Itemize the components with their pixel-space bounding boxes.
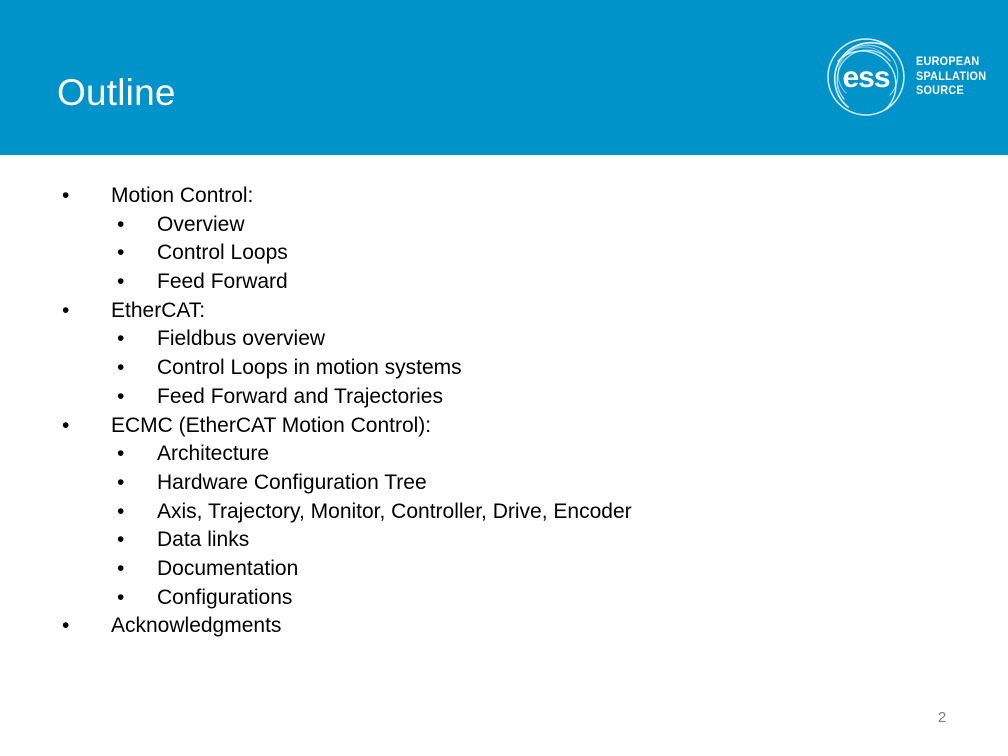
outline-item-label: Fieldbus overview <box>157 327 326 351</box>
outline-item-label: Axis, Trajectory, Monitor, Controller, D… <box>157 499 632 523</box>
ess-logo: ess EUROPEAN SPALLATION SOURCE <box>824 35 1000 119</box>
outline-item-level2: • Feed Forward <box>0 268 1008 297</box>
outline-item-level1: • ECMC (EtherCAT Motion Control): <box>0 412 1008 441</box>
bullet-icon: • <box>117 384 125 408</box>
logo-line-3: SOURCE <box>916 85 964 98</box>
outline-item-level2: • Axis, Trajectory, Monitor, Controller, … <box>0 498 1008 527</box>
bullet-icon: • <box>117 356 125 380</box>
outline-item-level2: • Architecture <box>0 440 1008 469</box>
bullet-icon: • <box>117 270 125 294</box>
outline-item-level1: • EtherCAT: <box>0 297 1008 326</box>
outline-item-label: Overview <box>157 212 245 236</box>
bullet-icon: • <box>117 327 125 351</box>
slide-header-band: Outline ess EUROPEAN SPALLATION SOURCE <box>0 0 1008 155</box>
bullet-icon: • <box>117 528 125 552</box>
ess-logo-mark-icon: ess <box>824 35 908 119</box>
bullet-icon: • <box>62 184 70 207</box>
bullet-icon: • <box>117 499 125 523</box>
outline-item-label: Configurations <box>157 585 293 609</box>
page-title: Outline <box>57 72 176 113</box>
outline-item-level2: • Data links <box>0 526 1008 555</box>
outline-item-level2: • Configurations <box>0 584 1008 613</box>
outline-item-label: Architecture <box>157 442 270 466</box>
outline-item-label: Control Loops in motion systems <box>157 356 462 380</box>
page-number: 2 <box>937 709 947 726</box>
outline-item-label: Acknowledgments <box>111 614 282 638</box>
outline-item-label: Data links <box>157 528 250 552</box>
bullet-icon: • <box>117 212 125 236</box>
bullet-icon: • <box>117 442 125 466</box>
outline-item-label: Feed Forward and Trajectories <box>157 384 443 408</box>
bullet-icon: • <box>62 413 70 437</box>
outline-item-label: Hardware Configuration Tree <box>157 470 427 494</box>
outline-item-level2: • Fieldbus overview <box>0 325 1008 354</box>
svg-text:ess: ess <box>842 61 889 94</box>
bullet-icon: • <box>117 556 125 580</box>
bullet-icon: • <box>117 241 125 265</box>
slide-body: • Motion Control: • Overview • Control Loops •… <box>0 155 1008 756</box>
outline-item-label: Motion Control: <box>111 184 254 207</box>
outline-item-level2: • Control Loops <box>0 239 1008 268</box>
outline-item-level2: • Hardware Configuration Tree <box>0 469 1008 498</box>
logo-line-1: EUROPEAN <box>916 56 980 69</box>
bullet-icon: • <box>117 585 125 609</box>
logo-line-2: SPALLATION <box>916 70 987 83</box>
bullet-icon: • <box>62 614 70 638</box>
outline-item-level2: • Control Loops in motion systems <box>0 354 1008 383</box>
outline-item-level1: • Motion Control: <box>0 182 1008 211</box>
outline-list: • Motion Control: • Overview • Control Loops •… <box>0 182 1008 641</box>
outline-item-level2: • Overview <box>0 211 1008 240</box>
outline-item-level2: • Feed Forward and Trajectories <box>0 383 1008 412</box>
bullet-icon: • <box>62 298 70 322</box>
outline-item-label: EtherCAT: <box>111 298 206 322</box>
outline-item-label: Feed Forward <box>157 270 288 294</box>
outline-item-label: Control Loops <box>157 241 288 265</box>
bullet-icon: • <box>117 470 125 494</box>
outline-item-label: ECMC (EtherCAT Motion Control): <box>111 413 432 437</box>
outline-item-level1: • Acknowledgments <box>0 612 1008 641</box>
outline-item-label: Documentation <box>157 556 299 580</box>
outline-item-level2: • Documentation <box>0 555 1008 584</box>
ess-logo-wordmark: EUROPEAN SPALLATION SOURCE <box>916 55 986 99</box>
